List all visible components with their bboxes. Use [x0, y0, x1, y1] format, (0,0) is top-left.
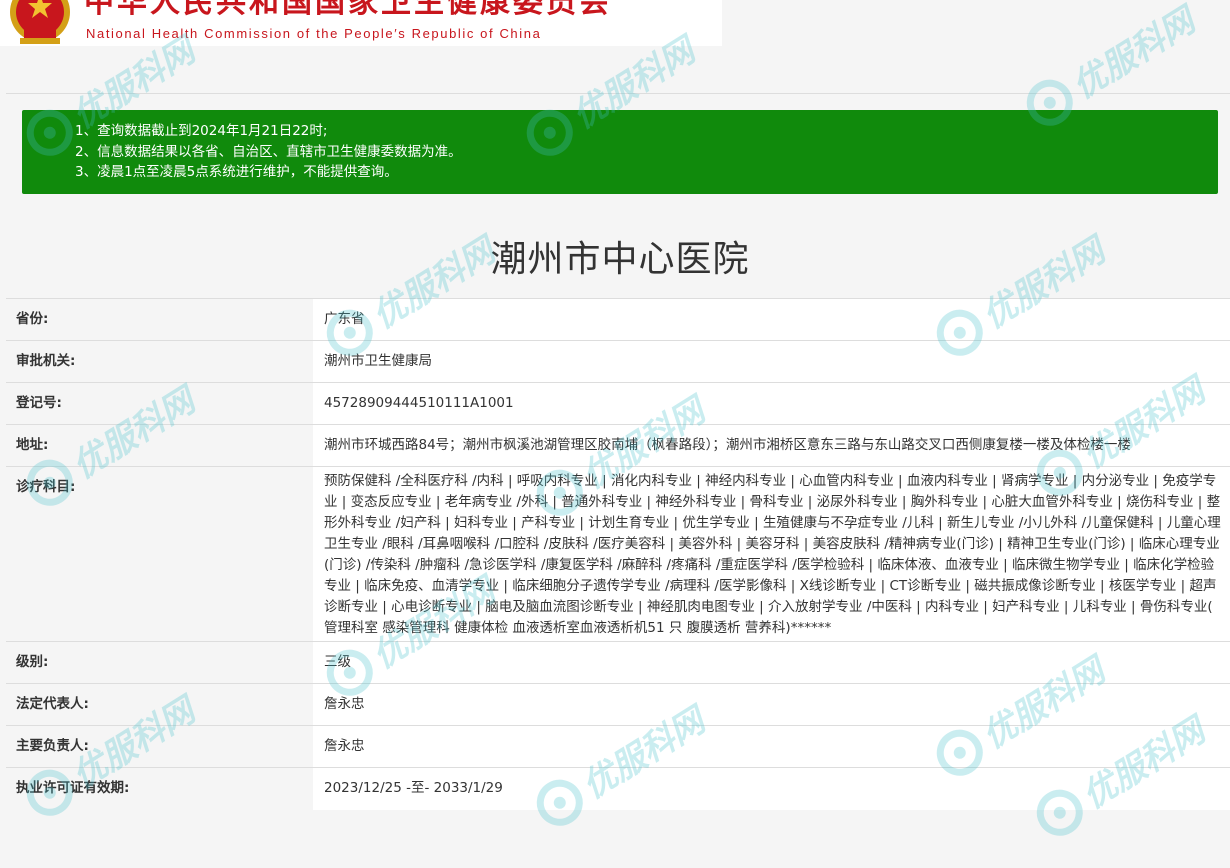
field-value: 2023/12/25 -至- 2033/1/29 [313, 767, 1230, 810]
table-row: 登记号: 45728909444510111A1001 [6, 382, 1230, 425]
field-label: 级别: [6, 641, 313, 684]
table-row: 主要负责人: 詹永忠 [6, 725, 1230, 768]
field-label: 地址: [6, 424, 313, 467]
field-label: 诊疗科目: [6, 466, 313, 642]
field-value: 潮州市环城西路84号；潮州市枫溪池湖管理区胶南埔（枫春路段）；潮州市湘桥区意东三… [313, 424, 1230, 467]
header-title-en: National Health Commission of the People… [86, 26, 542, 41]
field-label: 省份: [6, 298, 313, 341]
notice-line: 3、凌晨1点至凌晨5点系统进行维护，不能提供查询。 [75, 164, 398, 180]
hospital-info-table: 省份: 广东省 审批机关: 潮州市卫生健康局 登记号: 457289094445… [6, 298, 1230, 810]
field-value: 詹永忠 [313, 725, 1230, 768]
field-value: 詹永忠 [313, 683, 1230, 726]
table-row: 诊疗科目: 预防保健科 /全科医疗科 /内科 | 呼吸内科专业 | 消化内科专业… [6, 466, 1230, 642]
field-value: 潮州市卫生健康局 [313, 340, 1230, 383]
table-row: 地址: 潮州市环城西路84号；潮州市枫溪池湖管理区胶南埔（枫春路段）；潮州市湘桥… [6, 424, 1230, 467]
header-title-cn: 中华人民共和国国家卫生健康委员会 [84, 0, 612, 20]
notice-line: 2、信息数据结果以各省、自治区、直辖市卫生健康委数据为准。 [75, 143, 462, 160]
field-value: 45728909444510111A1001 [313, 382, 1230, 425]
notice-banner: 1、查询数据截止到2024年1月21日22时; 2、信息数据结果以各省、自治区、… [22, 110, 1218, 194]
field-value: 预防保健科 /全科医疗科 /内科 | 呼吸内科专业 | 消化内科专业 | 神经内… [313, 466, 1230, 642]
table-row: 级别: 三级 [6, 641, 1230, 684]
national-emblem-icon [10, 0, 70, 44]
divider [6, 93, 1230, 94]
field-label: 执业许可证有效期: [6, 767, 313, 810]
table-row: 法定代表人: 詹永忠 [6, 683, 1230, 726]
field-value: 三级 [313, 641, 1230, 684]
field-value: 广东省 [313, 298, 1230, 341]
table-row: 执业许可证有效期: 2023/12/25 -至- 2033/1/29 [6, 767, 1230, 810]
field-label: 法定代表人: [6, 683, 313, 726]
notice-line: 1、查询数据截止到2024年1月21日22时; [75, 123, 328, 139]
field-label: 登记号: [6, 382, 313, 425]
site-header: 中华人民共和国国家卫生健康委员会 National Health Commiss… [0, 0, 722, 46]
field-label: 主要负责人: [6, 725, 313, 768]
table-row: 省份: 广东省 [6, 298, 1230, 341]
field-label: 审批机关: [6, 340, 313, 383]
watermark-text: 优服科网 [1065, 0, 1202, 107]
hospital-name: 潮州市中心医院 [490, 239, 750, 280]
table-row: 审批机关: 潮州市卫生健康局 [6, 340, 1230, 383]
